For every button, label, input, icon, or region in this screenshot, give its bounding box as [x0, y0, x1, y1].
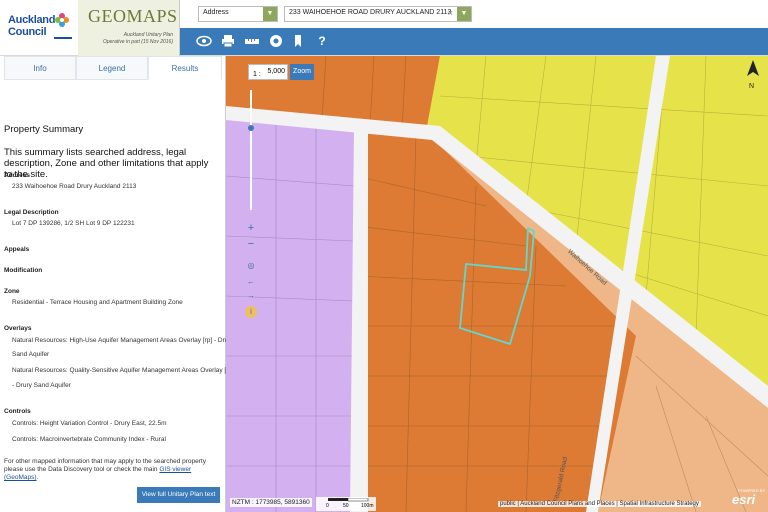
geolocate-icon[interactable]	[268, 33, 284, 49]
eye-icon[interactable]	[196, 33, 212, 49]
view-unitary-plan-button[interactable]: View full Unitary Plan text	[137, 487, 220, 503]
section-label-overlays: Overlays	[4, 325, 32, 332]
zoning-map	[226, 56, 768, 512]
measure-icon[interactable]	[244, 33, 260, 49]
print-icon[interactable]	[220, 33, 236, 49]
geomaps-link[interactable]: (GeoMaps)	[4, 474, 37, 481]
controls-value: Controls: Height Variation Control - Dru…	[12, 420, 167, 427]
tab-info[interactable]: Info	[4, 56, 76, 80]
search-type-select[interactable]: Address ▼	[198, 6, 278, 22]
section-label-legal: Legal Description	[4, 209, 59, 216]
app-title: GEOMAPS	[88, 6, 178, 26]
council-name-line1: Auckland	[8, 14, 56, 26]
zoom-in-icon[interactable]: +	[245, 222, 257, 234]
plan-name: Auckland Unitary Plan	[123, 32, 173, 38]
overlay-value: Natural Resources: Quality-Sensitive Aqu…	[12, 367, 227, 374]
north-label: N	[749, 83, 755, 90]
chevron-down-icon[interactable]: ▼	[457, 7, 471, 21]
zoom-out-icon[interactable]: −	[245, 238, 257, 250]
search-type-value: Address	[203, 9, 229, 16]
zoom-button[interactable]: Zoom	[290, 64, 314, 80]
zoom-slider-track[interactable]	[245, 90, 257, 210]
overlay-value: Sand Aquifer	[12, 351, 50, 358]
overlay-value: Natural Resources: High-Use Aquifer Mana…	[12, 337, 229, 344]
geomaps-app: Auckland Council GEOMAPS Auckland Unitar…	[0, 0, 768, 512]
plan-status: Operative in part (15 Nov 2016)	[102, 39, 173, 45]
scale-label: 100m	[361, 503, 374, 509]
map-attribution: public | Auckland Council Plans and Plac…	[498, 501, 701, 507]
back-arrow-icon[interactable]: ←	[245, 276, 257, 288]
chevron-down-icon[interactable]: ▼	[263, 7, 277, 21]
scale-input[interactable]: 1 : 5,000	[248, 64, 288, 80]
summary-footer-note: For other mapped information that may ap…	[4, 458, 214, 482]
map-toolbar: ?	[180, 28, 768, 55]
zoom-slider[interactable]: + − ◎ ← → i	[245, 90, 257, 320]
council-name-line2: Council	[8, 26, 47, 38]
zoom-slider-handle	[248, 125, 254, 131]
info-icon[interactable]: i	[245, 306, 257, 318]
geomaps-title-panel: GEOMAPS Auckland Unitary Plan Operative …	[78, 0, 180, 56]
esri-logo[interactable]: esri	[732, 492, 755, 507]
summary-description: This summary lists searched address, leg…	[4, 147, 209, 180]
address-search-input[interactable]: 233 WAIHOEHOE ROAD DRURY AUCKLAND 2113 ×…	[284, 6, 472, 22]
address-value: 233 Waihoehoe Road Drury Auckland 2113	[12, 183, 137, 190]
scale-bar: 0 50 100m	[316, 497, 376, 511]
overlay-value: - Drury Sand Aquifer	[12, 382, 71, 389]
scale-control: 1 : 5,000 Zoom	[248, 64, 314, 80]
footer-line1: For other mapped information that may ap…	[4, 458, 206, 465]
zone-value: Residential - Terrace Housing and Apartm…	[12, 299, 183, 306]
footer-line2: please use the Data Discovery tool or ch…	[4, 466, 160, 473]
council-tagline-mark	[54, 37, 72, 39]
gis-viewer-link[interactable]: GIS viewer	[159, 466, 191, 473]
sidebar-tabs: Info Legend Results	[4, 56, 222, 80]
council-flower-icon	[55, 13, 69, 27]
auckland-council-logo[interactable]: Auckland Council	[4, 8, 74, 48]
help-icon[interactable]: ?	[314, 33, 330, 49]
footer-end: .	[36, 474, 39, 481]
bookmark-icon[interactable]	[290, 33, 306, 49]
address-search-value: 233 WAIHOEHOE ROAD DRURY AUCKLAND 2113	[289, 9, 452, 16]
scale-label: 50	[343, 503, 349, 509]
clear-icon[interactable]: ×	[448, 8, 453, 18]
scale-value: 5,000	[267, 68, 285, 75]
summary-title: Property Summary	[4, 124, 84, 135]
forward-arrow-icon[interactable]: →	[245, 290, 257, 302]
tab-legend[interactable]: Legend	[76, 56, 148, 80]
section-label-appeals: Appeals	[4, 246, 30, 253]
scale-label: 0	[326, 503, 329, 509]
controls-value: Controls: Macroinvertebrate Community In…	[12, 436, 166, 443]
legal-description-value: Lot 7 DP 139286, 1/2 SH Lot 9 DP 122231	[12, 220, 135, 227]
scale-prefix: 1 :	[253, 71, 261, 78]
tab-results[interactable]: Results	[148, 56, 222, 80]
coordinate-readout: NZTM : 1773985, 5891360	[230, 498, 312, 507]
section-label-controls: Controls	[4, 408, 31, 415]
section-label-zone: Zone	[4, 288, 20, 295]
section-label-address: Address	[4, 172, 31, 179]
map-canvas[interactable]: Waihoehoe Road Fitzgerald Road	[226, 56, 768, 512]
globe-icon[interactable]: ◎	[245, 260, 257, 272]
section-label-modification: Modification	[4, 267, 43, 274]
